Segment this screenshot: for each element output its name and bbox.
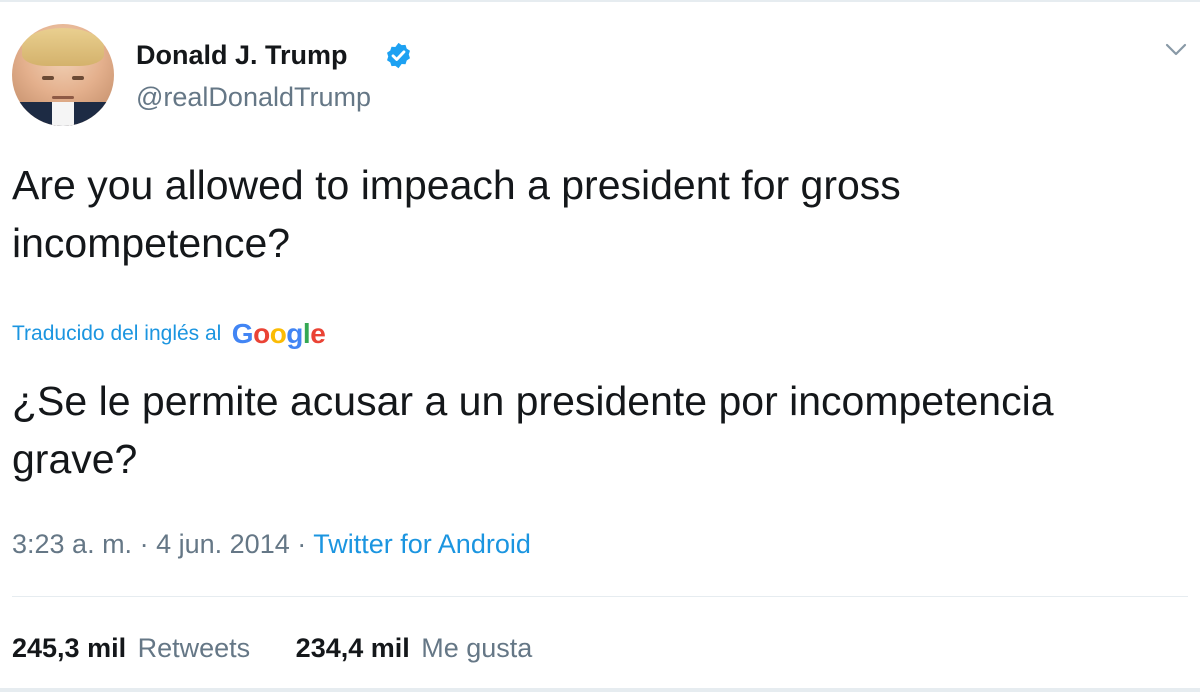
likes-count: 234,4 mil xyxy=(295,633,410,663)
avatar-mouth xyxy=(52,96,74,99)
retweets-stat[interactable]: 245,3 mil Retweets xyxy=(12,630,250,666)
translated-tweet-text: ¿Se le permite acusar a un presidente po… xyxy=(12,378,1054,482)
verified-badge-icon xyxy=(387,42,410,69)
author-display-name[interactable]: Donald J. Trump xyxy=(136,38,348,72)
avatar-eye-right xyxy=(72,76,84,80)
stats-divider xyxy=(12,596,1188,597)
tweet-text: Are you allowed to impeach a president f… xyxy=(12,162,901,266)
translation-attribution: Traducido del inglés al Google xyxy=(12,318,326,358)
top-divider xyxy=(0,0,1200,2)
tweet-source-link[interactable]: Twitter for Android xyxy=(313,529,531,559)
avatar-hair xyxy=(22,28,104,66)
retweets-label: Retweets xyxy=(137,633,251,663)
bottom-divider xyxy=(0,688,1200,692)
google-logo: Google xyxy=(231,318,326,349)
avatar[interactable] xyxy=(12,24,114,126)
likes-label: Me gusta xyxy=(421,633,533,663)
author-handle[interactable]: @realDonaldTrump xyxy=(136,80,371,114)
meta-separator: · xyxy=(139,529,149,559)
meta-separator: · xyxy=(297,529,307,559)
likes-stat[interactable]: 234,4 mil Me gusta xyxy=(296,630,533,666)
translation-label: Traducido del inglés al xyxy=(12,322,222,345)
retweets-count: 245,3 mil xyxy=(12,633,127,663)
avatar-shirt xyxy=(52,102,74,126)
chevron-down-icon[interactable] xyxy=(1164,40,1188,58)
avatar-eye-left xyxy=(42,76,54,80)
tweet-meta: 3:23 a. m. · 4 jun. 2014 · Twitter for A… xyxy=(12,526,531,562)
tweet-time[interactable]: 3:23 a. m. xyxy=(12,529,132,559)
tweet-date[interactable]: 4 jun. 2014 xyxy=(156,529,290,559)
tweet-stats: 245,3 mil Retweets 234,4 mil Me gusta xyxy=(12,630,570,666)
